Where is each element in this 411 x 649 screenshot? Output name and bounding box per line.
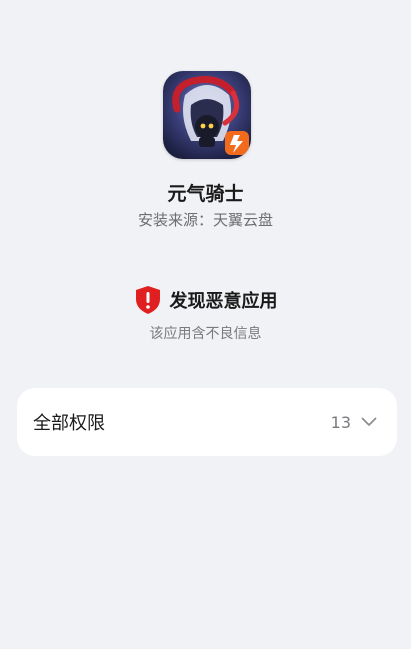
permissions-count: 13 xyxy=(330,412,351,432)
warning-title: 发现恶意应用 xyxy=(169,291,278,312)
install-source: 安装来源：天翼云盘 xyxy=(137,211,273,229)
app-icon xyxy=(163,71,251,159)
app-name: 元气骑士 xyxy=(167,183,244,205)
malware-warning: 发现恶意应用 xyxy=(0,285,411,315)
shield-alert-icon xyxy=(135,286,160,314)
chevron-down-icon xyxy=(361,417,377,426)
permissions-label: 全部权限 xyxy=(33,413,105,434)
all-permissions-row[interactable]: 全部权限 13 xyxy=(17,388,397,456)
warning-subtitle: 该应用含不良信息 xyxy=(149,326,262,342)
